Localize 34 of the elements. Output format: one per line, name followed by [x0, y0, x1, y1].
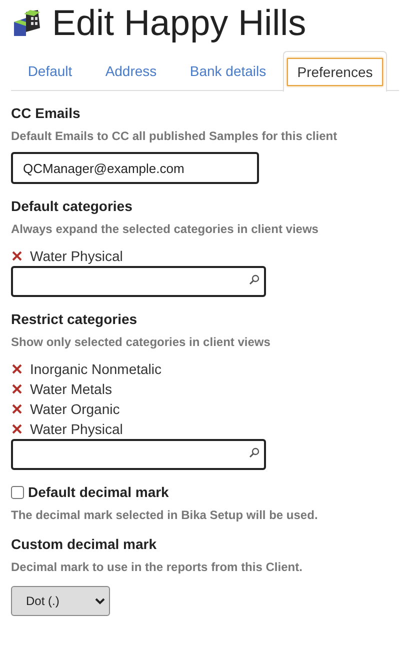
tab[interactable]: Bank details: [173, 51, 283, 91]
email-field[interactable]: QCManager@example.com: [11, 152, 259, 184]
category-name: Water Physical: [30, 421, 123, 437]
remove-icon[interactable]: [11, 250, 23, 262]
field-help: Decimal mark to use in the reports from this Client.: [11, 560, 304, 574]
remove-icon[interactable]: [11, 423, 23, 435]
field-help: Show only selected categories in client views: [11, 335, 272, 349]
remove-icon[interactable]: [11, 403, 23, 415]
building-icon: [12, 8, 42, 38]
field-help: Default Emails to CC all published Samples for this client: [11, 129, 338, 143]
tab[interactable]: Preferences: [283, 51, 387, 92]
page-title: Edit Happy Hills: [52, 2, 306, 44]
field-label: Restrict categories: [11, 311, 138, 327]
caret-icon: [95, 598, 105, 604]
decimal-mark-dropdown[interactable]: Dot (.): [11, 586, 110, 616]
search-icon: [249, 274, 260, 285]
field-help: The decimal mark selected in Bika Setup will be used.: [11, 508, 319, 522]
field-label: Default decimal mark: [28, 484, 169, 500]
field-help: Always expand the selected categories in client views: [11, 222, 320, 236]
search-field[interactable]: [11, 266, 266, 297]
field-label: Custom decimal mark: [11, 536, 158, 552]
search-field[interactable]: [11, 439, 266, 470]
checkbox[interactable]: [11, 486, 24, 498]
category-name: Water Metals: [30, 381, 112, 397]
field-label: CC Emails: [11, 105, 82, 121]
search-icon: [249, 447, 260, 458]
tab[interactable]: Default: [11, 51, 89, 91]
remove-icon[interactable]: [11, 383, 23, 395]
category-name: Water Physical: [30, 248, 123, 264]
remove-icon[interactable]: [11, 363, 23, 375]
category-name: Water Organic: [30, 401, 120, 417]
tab[interactable]: Address: [89, 51, 173, 91]
category-name: Inorganic Nonmetalic: [30, 361, 162, 377]
field-label: Default categories: [11, 198, 134, 214]
